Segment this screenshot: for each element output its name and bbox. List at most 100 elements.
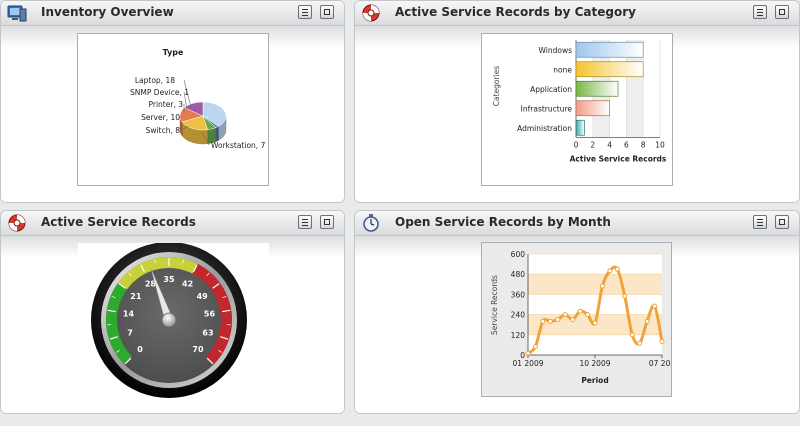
panel-menu-button[interactable]	[298, 5, 312, 19]
bar	[575, 41, 644, 58]
data-point	[592, 320, 598, 326]
gauge: 07142128 35 4249566370	[91, 242, 247, 398]
panel-header: Active Service Records	[1, 211, 344, 236]
x-axis-title: Active Service Records	[570, 155, 667, 164]
x-tick-label: 6	[624, 141, 629, 150]
data-point	[652, 303, 658, 309]
data-point	[607, 268, 613, 274]
gauge-tick-label: 7	[127, 329, 133, 338]
data-point	[622, 293, 628, 299]
month-chart[interactable]: 012024036048060001 200910 200907 201Peri…	[481, 242, 675, 397]
gauge-tick-label: 0	[137, 345, 143, 354]
y-tick-label: Application	[530, 85, 572, 94]
panel-title: Active Service Records by Category	[395, 5, 636, 19]
panel-header: Active Service Records by Category	[355, 1, 799, 26]
pie-label: SNMP Device, 1	[130, 88, 189, 97]
x-tick-label: 07 201	[649, 359, 671, 368]
bar	[575, 100, 610, 117]
bar-chart: 0 2 4 6 8 10 Windows none Application Infrastruct…	[492, 40, 667, 164]
data-point	[614, 266, 620, 272]
panel-maximize-button[interactable]	[775, 5, 789, 19]
active-service-records-panel: Active Service Records 0 7 14 21 28 35 4…	[0, 210, 345, 414]
inventory-chart[interactable]: Type Laptop, 18 SNMP Device, 1 Printer, 3 S…	[77, 33, 269, 186]
stopwatch-icon	[363, 214, 379, 232]
gauge-tick-label: 49	[197, 292, 209, 301]
gauge-hub	[161, 312, 177, 328]
panel-header: Open Service Records by Month	[355, 211, 799, 236]
panel-header: Inventory Overview	[1, 1, 344, 26]
y-tick-label: 480	[511, 270, 526, 279]
y-axis-title: Categories	[492, 66, 501, 107]
y-tick-label: Infrastructure	[521, 104, 573, 113]
data-point	[525, 350, 531, 356]
bar	[575, 80, 619, 97]
pie-label: Laptop, 18	[135, 76, 175, 85]
y-tick-label: 600	[511, 250, 526, 259]
data-point	[637, 340, 643, 346]
x-tick-label: 4	[607, 141, 612, 150]
panel-maximize-button[interactable]	[320, 215, 334, 229]
data-point	[547, 318, 553, 324]
x-tick-label: 01 2009	[512, 359, 543, 368]
x-tick-label: 10	[655, 141, 665, 150]
data-point	[555, 317, 561, 323]
gauge-tick-label: 14	[123, 310, 135, 319]
data-point	[570, 317, 576, 323]
y-axis-title: Service Records	[490, 275, 499, 335]
grid-band	[528, 274, 662, 295]
lifebuoy-icon	[8, 214, 26, 232]
panel-menu-button[interactable]	[298, 215, 312, 229]
x-axis-title: Period	[581, 376, 608, 385]
panel-body: 0 2 4 6 8 10 Windows none Application Infrastruct…	[355, 26, 799, 202]
inventory-overview-panel: Inventory Overview Type Laptop, 18 SNMP D…	[0, 0, 345, 203]
panel-menu-button[interactable]	[753, 215, 767, 229]
gauge-tick-label: 35	[163, 275, 175, 284]
y-tick-label: Administration	[517, 124, 572, 133]
data-point	[540, 318, 546, 324]
y-tick-label: none	[553, 65, 572, 74]
gauge-tick-label: 56	[204, 310, 216, 319]
gauge-tick-label: 70	[192, 345, 204, 354]
data-point	[629, 332, 635, 338]
x-tick-label: 2	[590, 141, 595, 150]
x-tick-label: 8	[641, 141, 646, 150]
panel-body: 0 7 14 21 28 35 42 49 56 63 70	[1, 236, 344, 413]
panel-maximize-button[interactable]	[775, 215, 789, 229]
data-point	[532, 344, 538, 350]
bar	[575, 61, 644, 78]
gauge-chart[interactable]: 0 7 14 21 28 35 42 49 56 63 70	[78, 242, 269, 408]
gauge-tick-label: 42	[182, 279, 193, 288]
chart-title: Type	[163, 48, 184, 57]
data-point	[659, 339, 665, 345]
service-records-by-category-panel: Active Service Records by Category 0 2 4 6 8…	[354, 0, 800, 203]
y-tick-label: 120	[511, 331, 526, 340]
open-service-records-by-month-panel: Open Service Records by Month 0 120 240 360…	[354, 210, 800, 414]
pie-chart: Type Laptop, 18 SNMP Device, 1 Printer, 3 S…	[130, 48, 266, 150]
x-tick-label: 0	[574, 141, 579, 150]
data-point	[599, 283, 605, 289]
gauge-tick-label: 63	[202, 329, 213, 338]
data-point	[644, 318, 650, 324]
data-point	[585, 312, 591, 318]
panel-title: Active Service Records	[41, 215, 196, 229]
bar	[575, 119, 585, 136]
panel-body: 012024036048060001 200910 200907 201Peri…	[355, 236, 799, 413]
pie-label: Server, 10	[141, 113, 180, 122]
panel-title: Inventory Overview	[41, 5, 174, 19]
data-point	[577, 308, 583, 314]
gauge-tick-label: 21	[130, 292, 142, 301]
lifebuoy-icon	[362, 4, 380, 22]
panel-maximize-button[interactable]	[320, 5, 334, 19]
x-tick-label: 10 2009	[579, 359, 610, 368]
data-point	[562, 312, 568, 318]
line-chart: 012024036048060001 200910 200907 201Peri…	[490, 250, 675, 385]
monitor-icon	[7, 5, 27, 22]
y-tick-label: 240	[511, 311, 526, 320]
panel-menu-button[interactable]	[753, 5, 767, 19]
y-tick-label: 360	[511, 290, 526, 299]
panel-title: Open Service Records by Month	[395, 215, 611, 229]
pie-slice-side	[215, 126, 219, 142]
y-tick-label: Windows	[539, 46, 573, 55]
category-chart[interactable]: 0 2 4 6 8 10 Windows none Application Infrastruct…	[481, 33, 673, 186]
pie-label: Printer, 3	[149, 100, 184, 109]
